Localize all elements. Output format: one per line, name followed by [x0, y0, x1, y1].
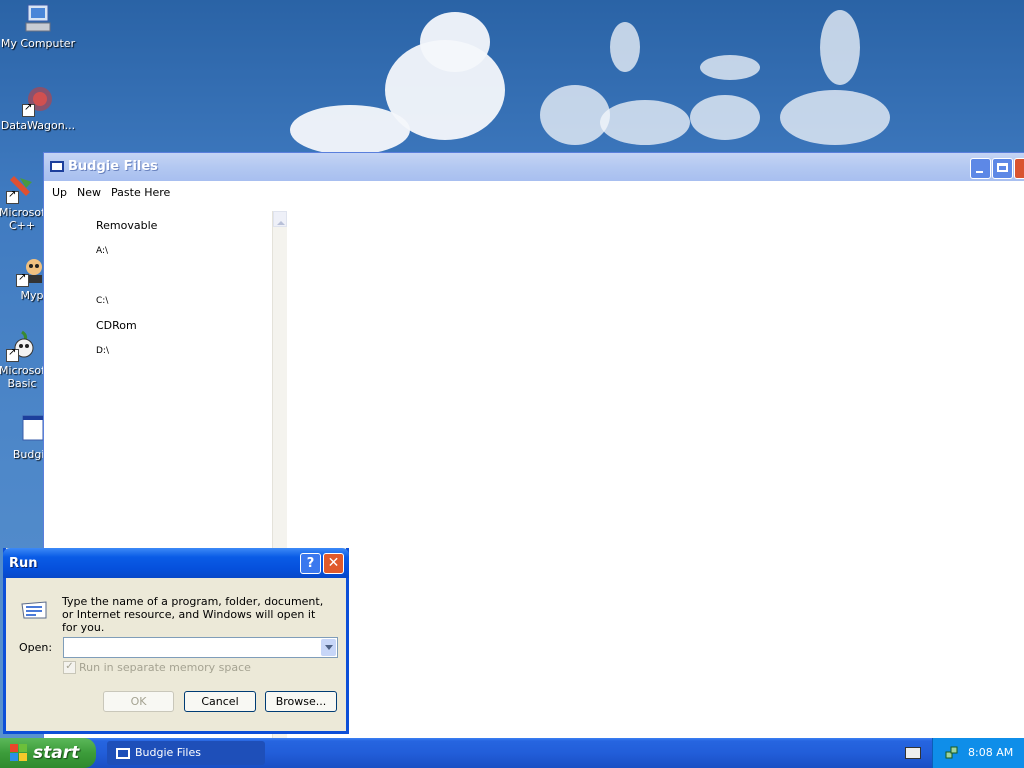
browse-button[interactable]: Browse...	[265, 691, 337, 712]
checkbox-label: Run in separate memory space	[79, 661, 251, 674]
desktop-icon-my-computer[interactable]: My Computer	[0, 3, 78, 50]
combo-dropdown-button[interactable]	[321, 639, 336, 656]
start-button[interactable]: start	[0, 738, 96, 768]
run-close-button[interactable]: ✕	[323, 553, 344, 574]
cloud	[820, 10, 860, 85]
ok-button: OK	[103, 691, 174, 712]
taskbar-button-budgie-files[interactable]: Budgie Files	[107, 741, 265, 765]
datawagon-icon	[22, 85, 54, 117]
microsoft-cpp-icon	[6, 172, 38, 204]
run-title: Run	[9, 556, 38, 571]
menu-up[interactable]: Up	[47, 186, 72, 199]
open-label: Open:	[19, 641, 53, 654]
open-combobox[interactable]	[63, 637, 338, 658]
tree-node-cdrom[interactable]: CDRom	[96, 319, 137, 332]
window-titlebar[interactable]: Budgie Files	[44, 153, 1024, 181]
window-title: Budgie Files	[68, 159, 158, 174]
shortcut-arrow-icon	[16, 272, 29, 287]
start-label: start	[33, 743, 80, 763]
clock[interactable]: 8:08 AM	[968, 746, 1013, 759]
tree-node-drive-a[interactable]: A:\	[96, 246, 108, 256]
checkbox-checked-icon: ✓	[63, 661, 76, 674]
cloud	[610, 22, 640, 72]
tree-node-drive-c[interactable]: C:\	[96, 296, 108, 306]
menu-new[interactable]: New	[72, 186, 106, 199]
taskbar-button-label: Budgie Files	[135, 746, 201, 759]
cloud	[780, 90, 890, 145]
cloud	[540, 85, 610, 145]
close-button[interactable]	[1014, 158, 1024, 179]
scroll-up-button[interactable]	[273, 211, 287, 227]
run-dialog[interactable]: Run ? ✕ Type the name of a program, fold…	[3, 548, 349, 734]
cloud	[600, 100, 690, 145]
tree-node-removable[interactable]: Removable	[96, 219, 157, 232]
maximize-button[interactable]	[992, 158, 1013, 179]
cancel-button[interactable]: Cancel	[184, 691, 256, 712]
desktop-icon-label: DataWagon...	[0, 119, 76, 132]
minimize-button[interactable]	[970, 158, 991, 179]
cloud	[700, 55, 760, 80]
windows-flag-icon	[10, 744, 28, 762]
microsoft-basic-icon	[6, 330, 38, 362]
my-computer-icon	[22, 3, 54, 35]
run-titlebar[interactable]: Run ? ✕	[3, 548, 349, 578]
desktop-icon-datawagon[interactable]: DataWagon...	[0, 85, 78, 132]
run-program-icon	[20, 598, 52, 620]
shortcut-arrow-icon	[6, 189, 19, 204]
app-window-icon	[50, 161, 64, 172]
taskbar: start Budgie Files 8:08 AM	[0, 738, 1024, 768]
cloud	[290, 105, 410, 155]
menu-paste-here[interactable]: Paste Here	[106, 186, 175, 199]
shortcut-arrow-icon	[6, 347, 19, 362]
network-icon[interactable]	[945, 746, 959, 760]
cloud	[690, 95, 760, 140]
shortcut-arrow-icon	[22, 102, 35, 117]
cloud	[420, 12, 490, 72]
keyboard-icon[interactable]	[905, 747, 921, 759]
run-message: Type the name of a program, folder, docu…	[62, 595, 324, 634]
tree-node-drive-d[interactable]: D:\	[96, 346, 109, 356]
help-button[interactable]: ?	[300, 553, 321, 574]
system-tray: 8:08 AM	[932, 738, 1024, 768]
separate-memory-checkbox: ✓ Run in separate memory space	[63, 661, 251, 674]
app-window-icon	[116, 748, 130, 759]
window-menubar: Up New Paste Here	[44, 181, 1024, 203]
desktop-icon-label: My Computer	[0, 37, 76, 50]
